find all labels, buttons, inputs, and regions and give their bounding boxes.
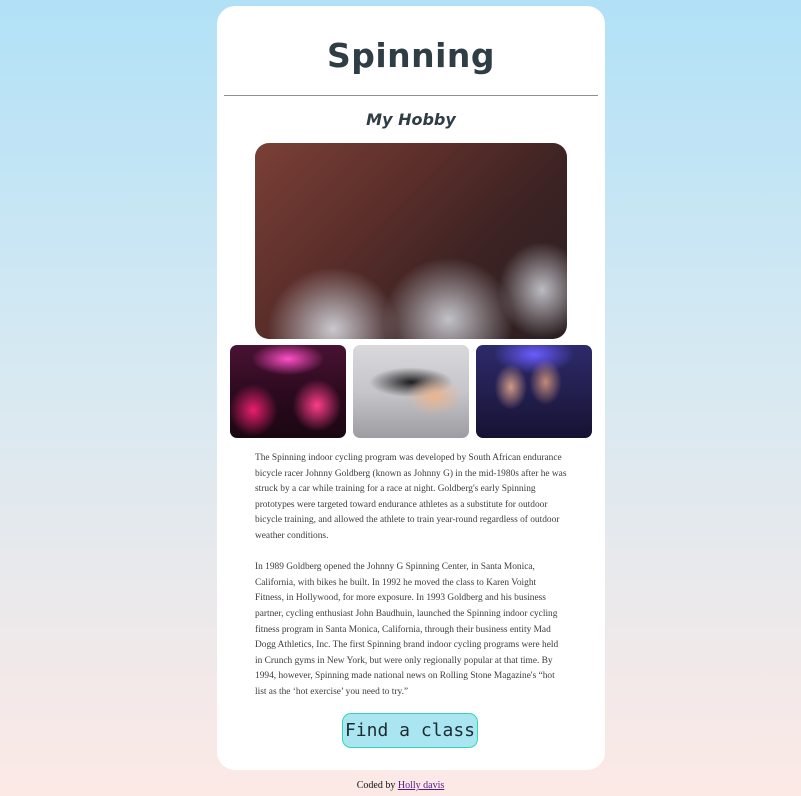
author-link[interactable]: Holly davis [398, 780, 444, 791]
find-a-class-button[interactable]: Find a class [342, 713, 478, 748]
page-subtitle: My Hobby [366, 110, 456, 129]
article-text: The Spinning indoor cycling program was … [255, 451, 567, 716]
spin-class-photo [255, 143, 567, 339]
bike-handlebar-photo [353, 345, 469, 438]
footer-credit: Coded by Holly davis [0, 780, 801, 791]
content-card: Spinning My Hobby The Spinning indoor cy… [217, 6, 605, 770]
title-divider [224, 95, 598, 96]
paragraph-expansion: In 1989 Goldberg opened the Johnny G Spi… [255, 562, 559, 697]
paragraph-history: The Spinning indoor cycling program was … [255, 453, 567, 541]
night-spin-class-photo [476, 345, 592, 438]
page-title: Spinning [326, 36, 496, 75]
footer-prefix: Coded by [356, 780, 396, 791]
neon-spin-class-photo [230, 345, 346, 438]
